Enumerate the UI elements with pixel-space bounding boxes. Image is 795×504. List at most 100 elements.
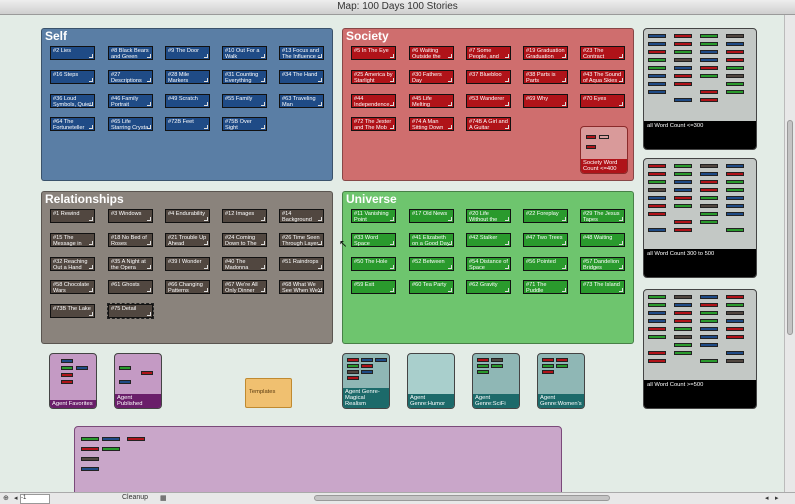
note-card[interactable]: #46 Family Portrait <box>108 94 153 108</box>
note-card[interactable]: #19 Graduation Graduation <box>523 46 568 60</box>
note-card[interactable]: #44 Independence <box>351 94 396 108</box>
note-card[interactable]: #9 The Door <box>165 46 210 60</box>
note-card[interactable]: #63 Traveling Man <box>279 94 324 108</box>
note-card[interactable]: #74 A Man Sitting Down <box>409 117 454 131</box>
note-card[interactable]: #35 A Night at the Opera <box>108 257 153 271</box>
note-card[interactable]: #31 Counting Everything <box>222 70 267 84</box>
note-card[interactable]: #40 The Madonna <box>222 257 267 271</box>
note-card[interactable]: #43 The Sound of Aqua Skies <box>580 70 625 84</box>
note-card[interactable]: #58 Chocolate Wars <box>50 280 95 294</box>
adornment-society[interactable]: Society Society Word Count <=400 #5 In T… <box>342 28 634 181</box>
note-card[interactable]: #10 Out For a Walk <box>222 46 267 60</box>
note-card[interactable]: #23 The Contract <box>580 46 625 60</box>
note-card[interactable]: #39 I Wonder <box>165 257 210 271</box>
note-card[interactable]: #64 The Fortuneteller <box>50 117 95 131</box>
note-card[interactable]: #51 Raindrops <box>279 257 324 271</box>
note-card[interactable]: #73 The Island <box>580 280 625 294</box>
agent-favorites[interactable]: Agent Favorites <box>49 353 97 409</box>
note-card[interactable]: #34 The Hand <box>279 70 324 84</box>
zoom-arrow-icon[interactable]: ◂ <box>14 494 18 502</box>
note-card[interactable]: #7 Some People, and <box>466 46 511 60</box>
note-card[interactable]: #41 Elizabeth on a Good Day <box>409 233 454 247</box>
note-card[interactable]: #17 Old News <box>409 209 454 223</box>
note-card[interactable]: #49 Scratch <box>165 94 210 108</box>
adornment-universe[interactable]: Universe #11 Vanishing Point #17 Old News… <box>342 191 634 344</box>
note-card[interactable]: #25 America by Starlight <box>351 70 396 84</box>
note-card[interactable]: #50 The Hole <box>351 257 396 271</box>
note-card[interactable]: #52 Between <box>409 257 454 271</box>
agent-genre-womens[interactable]: Agent Genre:Women's <box>537 353 585 409</box>
agent-genre-humor[interactable]: Agent Genre:Humor <box>407 353 455 409</box>
note-card[interactable]: #33 Word Space <box>351 233 396 247</box>
note-card[interactable]: #55 Family <box>222 94 267 108</box>
note-card[interactable]: #62 Gravity <box>466 280 511 294</box>
vertical-scrollbar[interactable] <box>784 15 795 492</box>
large-purple-container[interactable] <box>74 426 562 492</box>
note-card[interactable]: #75 Detail <box>107 303 154 319</box>
note-card[interactable]: #30 Fathers Day <box>409 70 454 84</box>
note-card[interactable]: #68 What We See When We'r <box>279 280 324 294</box>
note-card[interactable]: #28 Mile Markers <box>165 70 210 84</box>
note-card[interactable]: #29 The Jesus Tapes <box>580 209 625 223</box>
note-card[interactable]: #57 Dandelion Bridges <box>580 257 625 271</box>
templates-note[interactable]: Templates <box>245 378 292 408</box>
vertical-scroll-thumb[interactable] <box>787 120 793 335</box>
note-card[interactable]: #45 Life Melting <box>409 94 454 108</box>
note-card[interactable]: #4 Endurability <box>165 209 210 223</box>
map-canvas[interactable]: Self #2 Lies #8 Black Bears and Green #9 T… <box>0 15 785 492</box>
agent-genre-scifi[interactable]: Agent Genre:SciFi <box>472 353 520 409</box>
note-card[interactable]: #11 Vanishing Point <box>351 209 396 223</box>
note-card[interactable]: #72B Feet <box>165 117 210 131</box>
word-count-agent-300-500[interactable]: all Word Count 300 to 500 <box>643 158 757 278</box>
note-card[interactable]: #47 Two Trees <box>523 233 568 247</box>
note-card[interactable]: #38 Parts is Parts <box>523 70 568 84</box>
society-word-count-agent[interactable]: Society Word Count <=400 <box>580 126 628 174</box>
note-card[interactable]: #21 Trouble Up Ahead <box>165 233 210 247</box>
note-card[interactable]: #1 Rewind <box>50 209 95 223</box>
note-card[interactable]: #22 Foreplay <box>523 209 568 223</box>
grid-icon[interactable]: ▦ <box>160 494 167 502</box>
note-card[interactable]: #71 The Puddle <box>523 280 568 294</box>
note-card[interactable]: #8 Black Bears and Green <box>108 46 153 60</box>
note-card[interactable]: #54 Distance of Space <box>466 257 511 271</box>
note-card[interactable]: #65 Life Starring Crysta <box>108 117 153 131</box>
note-card[interactable]: #16 Steps <box>50 70 95 84</box>
note-card[interactable]: #13 Focus and The Influence c <box>279 46 324 60</box>
note-card[interactable]: #37 Bluebloo <box>466 70 511 84</box>
horizontal-scroll-thumb[interactable] <box>314 495 610 501</box>
note-card[interactable]: #12 Images <box>222 209 267 223</box>
note-card[interactable]: #61 Ghosts <box>108 280 153 294</box>
note-card[interactable]: #32 Reaching Out a Hand <box>50 257 95 271</box>
note-card[interactable]: #15 The Message in <box>50 233 95 247</box>
note-card[interactable]: #74B A Girl and A Guitar <box>466 117 511 131</box>
note-card[interactable]: #20 Life Without the <box>466 209 511 223</box>
adornment-relationships[interactable]: Relationships #1 Rewind #3 Windows #4 Endu… <box>41 191 333 344</box>
note-card[interactable]: #69 Why <box>523 94 568 108</box>
add-icon[interactable]: ⊕ <box>3 494 9 502</box>
note-card[interactable]: #75B Over Sight <box>222 117 267 131</box>
note-card[interactable]: #24 Coming Down to The <box>222 233 267 247</box>
adornment-self[interactable]: Self #2 Lies #8 Black Bears and Green #9 T… <box>41 28 333 181</box>
note-card[interactable]: #42 Stalker <box>466 233 511 247</box>
note-card[interactable]: #36 Loud Symbols, Quiet <box>50 94 95 108</box>
scroll-right-icon[interactable]: ▸ <box>775 494 779 502</box>
note-card[interactable]: #56 Pointed <box>523 257 568 271</box>
note-card[interactable]: #72 The Jester and The Mob <box>351 117 396 131</box>
note-card[interactable]: #67 We're All Only Dinner <box>222 280 267 294</box>
note-card[interactable]: #70 Eyes <box>580 94 625 108</box>
note-card[interactable]: #53 Wanderer <box>466 94 511 108</box>
note-card[interactable]: #5 In The Eye <box>351 46 396 60</box>
note-card[interactable]: #14 Background <box>279 209 324 223</box>
cleanup-button[interactable]: Cleanup <box>122 494 148 501</box>
note-card[interactable]: #59 Exit <box>351 280 396 294</box>
note-card[interactable]: #73B The Lake <box>50 304 95 318</box>
note-card[interactable]: #6 Waiting Outside the <box>409 46 454 60</box>
agent-published[interactable]: Agent Published <box>114 353 162 409</box>
note-card[interactable]: #2 Lies <box>50 46 95 60</box>
note-card[interactable]: #18 No Bed of Roses <box>108 233 153 247</box>
scroll-left-icon[interactable]: ◂ <box>765 494 769 502</box>
note-card[interactable]: #26 Time Seen Through Layer <box>279 233 324 247</box>
word-count-agent-300[interactable]: all Word Count <=300 <box>643 28 757 150</box>
agent-genre-magical-realism[interactable]: Agent Genre-Magical Realism <box>342 353 390 409</box>
word-count-agent-500[interactable]: all Word Count >=500 <box>643 289 757 409</box>
